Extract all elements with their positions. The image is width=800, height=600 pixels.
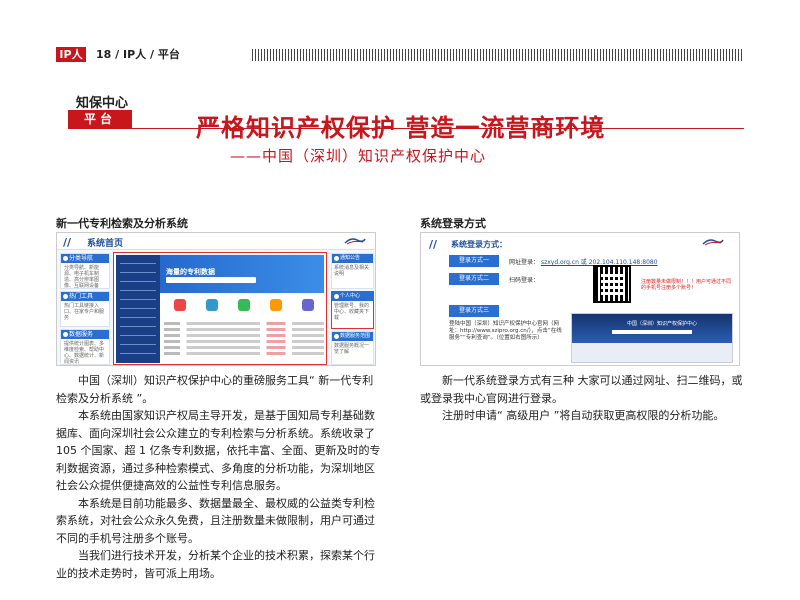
login-methods-screenshot: // 系统登录方式： 登录方式一 网址登录： szxyd.org.cn 或 20…: [420, 232, 740, 366]
cnipa-logo-icon: [702, 239, 724, 246]
paragraph: 当我们进行技术开发，分析某个企业的技术积累，探索某个行业的技术走势时，皆可派上用…: [56, 549, 375, 580]
login-method-3-button[interactable]: 登录方式三: [449, 305, 499, 317]
left-body-text: 中国（深圳）知识产权保护中心的重磅服务工具“ 新一代专利检索及分析系统 ”。 本…: [56, 372, 382, 582]
running-header: 18 / IP人 / 平台: [96, 48, 180, 61]
screenshot-topbar: // 系统首页: [57, 233, 375, 250]
qr-code-icon: [593, 265, 631, 303]
card-header: 数据服务: [61, 330, 109, 339]
tool-icon[interactable]: [302, 299, 314, 311]
header-stripes: [252, 49, 744, 61]
login-method-1-label: 网址登录：: [509, 259, 540, 266]
data-table: [164, 319, 324, 363]
headline: 严格知识产权保护 营造一流营商环境: [196, 114, 606, 142]
screenshot-title: 系统首页: [87, 239, 124, 249]
right-body-text: 新一代系统登录方式有三种 大家可以通过网址、扫二维码，或或登录我中心官网进行登录…: [420, 372, 750, 425]
header-tag: IP人: [56, 47, 86, 62]
website-title: 中国（深圳）知识产权保护中心: [627, 321, 698, 327]
cnipa-logo-icon: [344, 238, 366, 245]
screenshot-main-panel: 海量的专利数据: [113, 252, 327, 365]
login-method-2-button[interactable]: 登录方式二: [449, 273, 499, 285]
tool-icon[interactable]: [174, 299, 186, 311]
card-body: 管理账号、我的中心、收藏夹下载: [334, 303, 370, 321]
card-header: 热门工具: [61, 292, 109, 301]
tool-icon[interactable]: [238, 299, 250, 311]
card-header: 数据服务范围: [332, 332, 373, 341]
login-method-2-label: 扫码登录：: [509, 277, 540, 284]
system-homepage-screenshot: // 系统首页 分类导航 分类导航、新能源、电子机车制造、高分辨率图像、互联网设…: [56, 232, 376, 366]
paragraph: 本系统由国家知识产权局主导开发，是基于国知局专利基础数据库、面向深圳社会公众建立…: [56, 409, 381, 492]
card-personal-center[interactable]: 个人中心 管理账号、我的中心、收藏夹下载: [331, 291, 374, 329]
website-search-bar: [612, 330, 692, 334]
card-header: 分类导航: [61, 254, 109, 263]
card-header: 通知公告: [332, 254, 373, 263]
subheadline: ——中国（深圳）知识产权保护中心: [230, 147, 487, 165]
paragraph: 本系统是目前功能最多、数据量最全、最权威的公益类专利检索系统，对社会公众永久免费…: [56, 496, 375, 545]
login-method-3-caption: 登陆中国（深圳）知识产权保护中心官网（网址：http://www.szipro.…: [449, 321, 562, 341]
login-method-1-text: 网址登录： szxyd.org.cn 或 202.104.110.148:808…: [509, 257, 658, 266]
slash-mark: //: [63, 236, 72, 249]
card-body: 热门工具链接入口、在家专户和服务: [64, 303, 105, 321]
paragraph: 中国（深圳）知识产权保护中心的重磅服务工具“ 新一代专利检索及分析系统 ”。: [56, 374, 374, 405]
registration-warning: 注册数量未做限制！！！用户可通过不同的手机号注册多个账号！: [641, 279, 732, 291]
slash-mark: //: [429, 238, 438, 251]
tool-icon[interactable]: [206, 299, 218, 311]
tool-icon[interactable]: [270, 299, 282, 311]
right-heading: 系统登录方式: [420, 217, 486, 230]
card-category-nav[interactable]: 分类导航 分类导航、新能源、电子机车制造、高分辨率图像、互联网设备: [60, 253, 110, 289]
tool-icons-row: [164, 295, 324, 315]
left-heading: 新一代专利检索及分析系统: [56, 217, 188, 230]
login-method-1-button[interactable]: 登录方式一: [449, 255, 499, 267]
paragraph: 注册时申请“ 高级用户 ”将自动获取更高权限的分析功能。: [442, 409, 725, 422]
card-notice[interactable]: 通知公告 系统消息及相关说明: [331, 253, 374, 289]
card-body: 分类导航、新能源、电子机车制造、高分辨率图像、互联网设备: [64, 265, 100, 289]
card-data-service[interactable]: 数据服务 提供统计图表、多维度检索、帮助中心、数据统计、新闻资讯: [60, 329, 110, 365]
card-body: 系统消息及相关说明: [334, 265, 370, 277]
screenshot-title: 系统登录方式：: [451, 240, 507, 249]
card-body: 提供统计图表、多维度检索、帮助中心、数据统计、新闻资讯: [64, 341, 105, 365]
official-website-thumbnail: 中国（深圳）知识产权保护中心: [571, 313, 733, 363]
screenshot-sidebar: [116, 255, 160, 363]
banner-search-box[interactable]: [166, 277, 256, 283]
section-title: 知保中心: [76, 96, 129, 111]
card-data-scope[interactable]: 数据服务范围 数据服务概况一览了解: [331, 331, 374, 365]
card-hot-tools[interactable]: 热门工具 热门工具链接入口、在家专户和服务: [60, 291, 110, 327]
banner-title: 海量的专利数据: [166, 268, 215, 276]
paragraph: 新一代系统登录方式有三种 大家可以通过网址、扫二维码，或或登录我中心官网进行登录…: [420, 374, 743, 405]
section-tag: 平台: [68, 110, 132, 129]
page-header: IP人 18 / IP人 / 平台: [56, 47, 744, 63]
card-body: 数据服务概况一览了解: [334, 343, 370, 355]
card-header: 个人中心: [332, 292, 373, 301]
